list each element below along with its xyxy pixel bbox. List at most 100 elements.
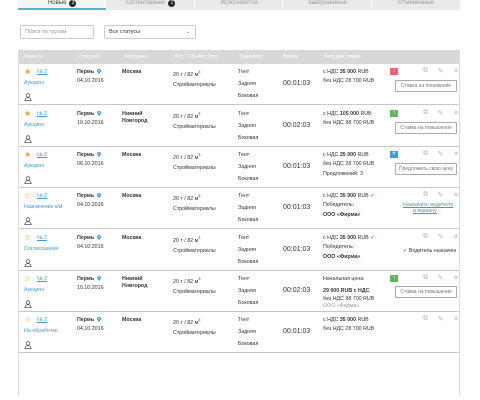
row-actions: ⧉ ✎ ✕ bbox=[423, 191, 459, 199]
map-pin-icon[interactable] bbox=[97, 235, 102, 241]
tab-badge: 3 bbox=[69, 0, 77, 7]
user-icon[interactable] bbox=[24, 135, 32, 143]
copy-icon[interactable]: ⧉ bbox=[423, 315, 428, 323]
star-outline-icon[interactable]: ☆ bbox=[24, 275, 31, 283]
copy-icon[interactable]: ⧉ bbox=[423, 233, 428, 241]
close-icon[interactable]: ✕ bbox=[453, 315, 459, 323]
copy-icon[interactable]: ⧉ bbox=[423, 150, 428, 158]
transport-type: Боковая bbox=[238, 217, 259, 223]
header-cargo[interactable]: Вес / Объём / Груз bbox=[171, 50, 218, 64]
cargo-type: Стройматериалы bbox=[173, 330, 216, 336]
loading-city: Пермь bbox=[77, 151, 102, 159]
user-icon[interactable] bbox=[24, 93, 32, 101]
star-outline-icon[interactable]: ☆ bbox=[24, 192, 31, 200]
rate-prefix: с НДС bbox=[323, 69, 340, 75]
transport-type: Тент bbox=[238, 152, 250, 158]
map-pin-icon[interactable] bbox=[97, 111, 102, 117]
rate-line-3: ООО «Фирма» bbox=[323, 212, 361, 218]
cargo-weight-text: 20 т / 82 м bbox=[173, 195, 199, 202]
loading-city-name: Пермь bbox=[77, 193, 95, 199]
tab-approval[interactable]: Согласование 1 bbox=[106, 0, 195, 10]
rate-line-1: Начальная цена: bbox=[323, 275, 365, 283]
edit-icon[interactable]: ✎ bbox=[438, 233, 444, 241]
rate-prefix: с НДС bbox=[323, 317, 340, 323]
rate-amount: 35 000 bbox=[339, 317, 358, 323]
close-icon[interactable]: ✕ bbox=[453, 191, 459, 199]
user-icon[interactable] bbox=[24, 217, 32, 225]
tab-in-progress[interactable]: Исполняются bbox=[194, 0, 284, 10]
bid-button[interactable]: Ставка на понижение bbox=[395, 80, 457, 92]
star-filled-icon[interactable]: ★ bbox=[24, 68, 31, 76]
assign-driver-link-line2[interactable]: и машину bbox=[413, 207, 437, 215]
order-number-link[interactable]: № 2 bbox=[37, 110, 47, 118]
header-unloading[interactable]: Разгрузка bbox=[120, 50, 147, 64]
tab-completed[interactable]: Завершенные bbox=[283, 0, 372, 10]
order-number-link[interactable]: № 2 bbox=[37, 316, 47, 324]
edit-icon[interactable]: ✎ bbox=[438, 67, 444, 75]
table-row: ☆ № 2 Назначение к/м Пермь 04.10.2016 Москва 2… bbox=[19, 188, 459, 229]
transport-type: Боковая bbox=[238, 93, 259, 99]
unloading-city: Москва bbox=[122, 235, 142, 241]
copy-icon[interactable]: ⧉ bbox=[423, 67, 428, 75]
loading-city-name: Пермь bbox=[77, 152, 95, 158]
bid-button[interactable]: Ставка на повышение bbox=[395, 122, 457, 134]
map-pin-icon[interactable] bbox=[97, 193, 102, 199]
bid-button[interactable]: Предложить свою цену bbox=[395, 163, 457, 175]
close-icon[interactable]: ✕ bbox=[453, 233, 459, 241]
header-order[interactable]: Заказ № bbox=[19, 50, 43, 64]
transport-type: Тент bbox=[238, 193, 250, 199]
edit-icon[interactable]: ✎ bbox=[438, 274, 444, 282]
rate-currency: RUB bbox=[360, 111, 372, 117]
header-rate[interactable]: Текущая ставка bbox=[320, 50, 361, 64]
cargo-type: Стройматериалы bbox=[173, 165, 216, 171]
user-icon[interactable] bbox=[24, 300, 32, 308]
edit-icon[interactable]: ✎ bbox=[438, 191, 444, 199]
header-time[interactable]: Время bbox=[279, 50, 298, 64]
star-outline-icon[interactable]: ☆ bbox=[24, 234, 31, 242]
rate-line-2: Победитель: bbox=[323, 244, 355, 250]
copy-icon[interactable]: ⧉ bbox=[423, 109, 428, 117]
order-number-link[interactable]: № 2 bbox=[37, 275, 47, 283]
cargo-weight-volume: 20 т / 82 м3 bbox=[173, 275, 200, 286]
close-icon[interactable]: ✕ bbox=[453, 109, 459, 117]
edit-icon[interactable]: ✎ bbox=[438, 150, 444, 158]
order-number-link[interactable]: № 2 bbox=[37, 234, 47, 242]
map-pin-icon[interactable] bbox=[97, 152, 102, 158]
unloading-city: Москва bbox=[122, 317, 142, 323]
order-number-link[interactable]: № 2 bbox=[37, 151, 47, 159]
rate-direction-badge: ↑ bbox=[390, 275, 398, 282]
user-icon[interactable] bbox=[24, 259, 32, 267]
close-icon[interactable]: ✕ bbox=[453, 150, 459, 158]
tab-label: Отмененные bbox=[397, 0, 434, 6]
tab-cancelled[interactable]: Отмененные bbox=[371, 0, 461, 10]
star-outline-icon[interactable]: ☆ bbox=[24, 316, 31, 324]
cargo-weight-text: 20 т / 82 м bbox=[173, 113, 199, 120]
star-filled-icon[interactable]: ★ bbox=[24, 151, 31, 159]
header-loading[interactable]: Погрузка bbox=[75, 50, 100, 64]
map-pin-icon[interactable] bbox=[97, 69, 102, 75]
header-transport[interactable]: Транспорт bbox=[235, 50, 263, 64]
order-number-link[interactable]: № 2 bbox=[37, 192, 47, 200]
tab-new[interactable]: Новые 3 bbox=[18, 0, 107, 10]
star-filled-icon[interactable]: ★ bbox=[24, 110, 31, 118]
user-icon[interactable] bbox=[24, 176, 32, 184]
status-select[interactable]: Все статусы ⌄ bbox=[104, 25, 196, 39]
close-icon[interactable]: ✕ bbox=[453, 67, 459, 75]
user-icon[interactable] bbox=[24, 341, 32, 349]
edit-icon[interactable]: ✎ bbox=[438, 315, 444, 323]
cargo-search-input[interactable]: Поиск по грузам bbox=[20, 25, 94, 39]
cubic-superscript: 3 bbox=[198, 235, 201, 240]
map-pin-icon[interactable] bbox=[97, 276, 102, 282]
map-pin-icon[interactable] bbox=[97, 317, 102, 323]
loading-city: Пермь bbox=[77, 110, 102, 118]
cargo-weight-text: 20 т / 82 м bbox=[173, 278, 199, 285]
copy-icon[interactable]: ⧉ bbox=[423, 191, 428, 199]
bid-button[interactable]: Ставка на повышение bbox=[395, 286, 457, 298]
order-number-link[interactable]: № 2 bbox=[37, 68, 47, 76]
copy-icon[interactable]: ⧉ bbox=[423, 274, 428, 282]
row-actions: ⧉ ✎ ✕ bbox=[423, 150, 459, 158]
rate-line-2: без НДС 28 700 RUB bbox=[323, 78, 375, 84]
edit-icon[interactable]: ✎ bbox=[438, 109, 444, 117]
close-icon[interactable]: ✕ bbox=[453, 274, 459, 282]
transport-type: Задняя bbox=[238, 329, 256, 335]
